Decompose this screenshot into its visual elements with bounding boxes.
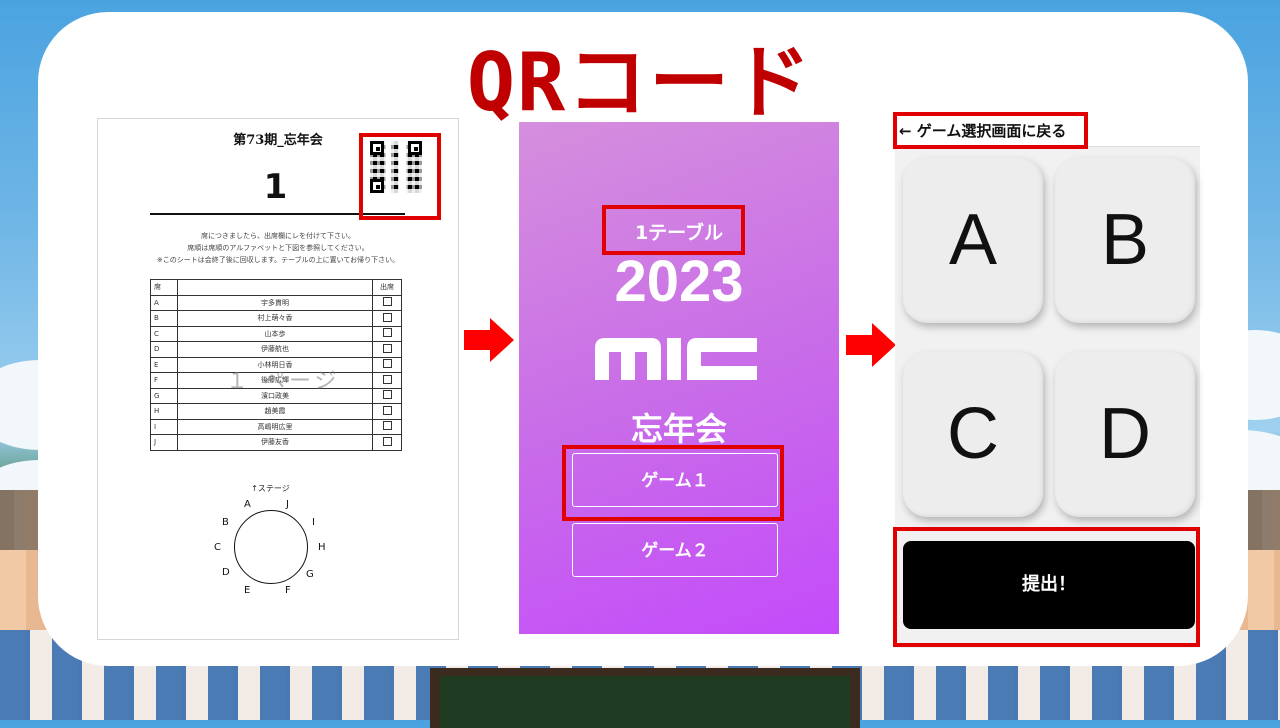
- seat-letter: I: [312, 517, 315, 528]
- seat-letter: C: [214, 542, 221, 553]
- table-row: A 宇多貫明: [150, 294, 402, 311]
- seat-letter: A: [244, 499, 251, 510]
- table-label-highlight-box: [602, 205, 745, 255]
- table-row: H 趙美霞: [150, 403, 402, 420]
- answer-a-button[interactable]: A: [903, 158, 1043, 323]
- page-title: QRコード: [466, 36, 814, 129]
- seat-letter: B: [222, 517, 229, 528]
- event-name: 忘年会: [630, 410, 727, 448]
- table-row: B 村上萌々香: [150, 310, 402, 327]
- game-1-highlight-box: [562, 445, 784, 521]
- table-header: 席 出席: [150, 279, 402, 296]
- game-2-button[interactable]: ゲーム２: [572, 523, 778, 577]
- attendance-checkbox[interactable]: [382, 328, 392, 338]
- submit-highlight-box: [893, 527, 1200, 647]
- attendance-checkbox[interactable]: [382, 390, 392, 400]
- attendance-checkbox[interactable]: [382, 297, 392, 307]
- sheet-note: 席につきましたら、出席欄にレを付けて下さい。: [201, 232, 355, 240]
- qr-highlight-box: [359, 133, 441, 220]
- stage-label: ↑ステージ: [251, 484, 290, 493]
- event-year: 2023: [614, 249, 744, 314]
- seat-letter: H: [318, 542, 326, 553]
- attendance-checkbox[interactable]: [382, 312, 392, 322]
- answer-c-button[interactable]: C: [903, 352, 1043, 517]
- table-row: C 山本歩: [150, 325, 402, 342]
- seat-letter: E: [244, 585, 251, 596]
- seat-letter: J: [286, 499, 289, 510]
- attendance-checkbox[interactable]: [382, 359, 392, 369]
- scoreboard: [430, 668, 860, 728]
- seat-header: 席: [150, 279, 178, 296]
- event-screen: 1テーブル 2023 忘年会 ゲーム１ ゲーム２: [519, 122, 839, 634]
- mic-logo-icon: [595, 338, 757, 380]
- attendance-checkbox[interactable]: [382, 436, 392, 446]
- sheet-note: ※このシートは会終了後に回収します。テーブルの上に置いてお帰り下さい。: [156, 256, 400, 264]
- back-link-highlight-box: [893, 112, 1088, 149]
- attendance-checkbox[interactable]: [382, 421, 392, 431]
- attendance-checkbox[interactable]: [382, 374, 392, 384]
- table-row: D 伊藤航也: [150, 341, 402, 358]
- page-watermark: １ ページ: [226, 369, 341, 394]
- table-row: I 高嶋明広里: [150, 418, 402, 435]
- seat-letter: G: [306, 569, 314, 580]
- seat-letter: D: [222, 567, 230, 578]
- table-row: J 伊藤友香: [150, 434, 402, 451]
- seat-letter: F: [285, 585, 291, 596]
- attendance-checkbox[interactable]: [382, 405, 392, 415]
- attendance-checkbox[interactable]: [382, 343, 392, 353]
- answer-b-button[interactable]: B: [1055, 158, 1195, 323]
- right-arrow-icon: [464, 318, 514, 362]
- right-arrow-icon: [846, 323, 896, 367]
- answer-d-button[interactable]: D: [1055, 352, 1195, 517]
- round-table-diagram: [234, 510, 308, 584]
- sheet-note: 席順は席順のアルファベットと下図を参照してください。: [187, 244, 369, 252]
- attend-header: 出席: [372, 279, 402, 296]
